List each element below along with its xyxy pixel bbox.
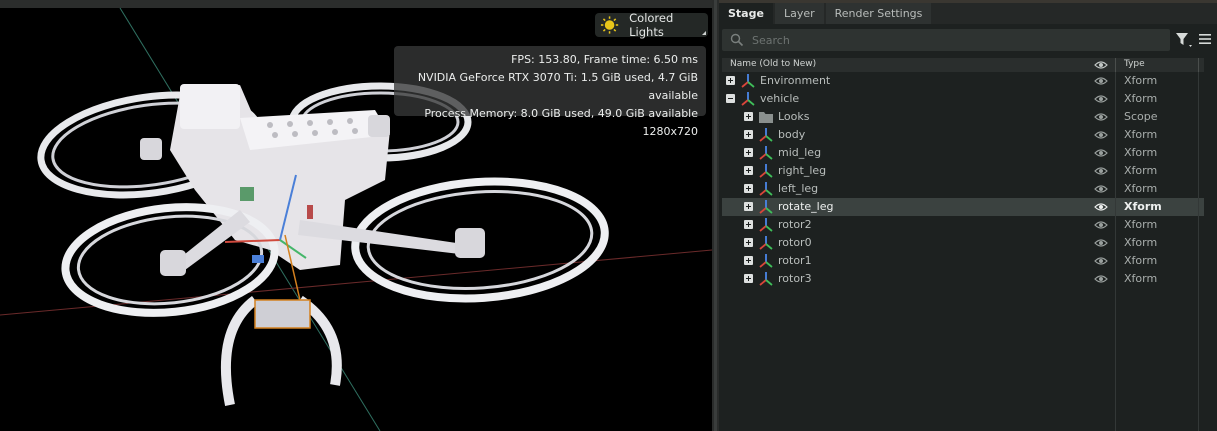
tree-row-name: rotor2 — [778, 218, 812, 231]
xform-icon — [758, 217, 774, 233]
tree-row-name: left_leg — [778, 182, 819, 195]
visibility-column-eye-icon[interactable] — [1094, 59, 1108, 71]
visibility-eye-icon[interactable] — [1094, 201, 1108, 213]
search-input[interactable] — [750, 32, 1154, 48]
tree-row-name: rotor3 — [778, 272, 812, 285]
expand-icon[interactable] — [744, 238, 753, 247]
xform-icon — [758, 145, 774, 161]
tree-row-type: Xform — [1124, 200, 1162, 213]
tree-row-type: Xform — [1124, 92, 1158, 105]
tree-row-type: Xform — [1124, 128, 1158, 141]
tree-row[interactable]: body Xform — [722, 126, 1204, 144]
stage-tab-bar: Stage Layer Render Settings — [719, 0, 1217, 24]
tree-row-name: rotate_leg — [778, 200, 834, 213]
resolution-readout: 1280x720 — [642, 125, 699, 138]
xform-icon — [758, 181, 774, 197]
tree-row-type: Xform — [1124, 218, 1158, 231]
tab-stage[interactable]: Stage — [719, 3, 773, 24]
visibility-eye-icon[interactable] — [1094, 111, 1108, 123]
stage-tree: Environment Xform vehicle Xform Looks Scope bo… — [722, 72, 1204, 288]
expand-icon[interactable] — [744, 202, 753, 211]
tree-row-type: Xform — [1124, 74, 1158, 87]
tree-scrollbar[interactable] — [1206, 58, 1217, 431]
panel-splitter[interactable] — [712, 0, 719, 431]
xform-icon — [758, 235, 774, 251]
tree-column-header: Name (Old to New) Type — [722, 58, 1204, 72]
xform-icon — [758, 163, 774, 179]
xform-icon — [758, 253, 774, 269]
tree-row-name: right_leg — [778, 164, 827, 177]
visibility-eye-icon[interactable] — [1094, 129, 1108, 141]
expand-icon[interactable] — [744, 112, 753, 121]
tree-row-name: Environment — [760, 74, 831, 87]
tree-row-type: Xform — [1124, 272, 1158, 285]
colored-lights-label: Colored Lights — [629, 11, 674, 39]
tree-row[interactable]: vehicle Xform — [722, 90, 1204, 108]
visibility-eye-icon[interactable] — [1094, 183, 1108, 195]
tree-row[interactable]: rotor3 Xform — [722, 270, 1204, 288]
tree-row-type: Xform — [1124, 164, 1158, 177]
visibility-eye-icon[interactable] — [1094, 93, 1108, 105]
search-bar[interactable] — [722, 29, 1170, 51]
tab-layer[interactable]: Layer — [774, 3, 824, 24]
expand-icon[interactable] — [744, 130, 753, 139]
tree-row-type: Xform — [1124, 254, 1158, 267]
visibility-eye-icon[interactable] — [1094, 219, 1108, 231]
tree-row-name: mid_leg — [778, 146, 822, 159]
xform-icon — [758, 199, 774, 215]
expand-icon[interactable] — [726, 76, 735, 85]
expand-icon[interactable] — [744, 166, 753, 175]
tree-row-type: Scope — [1124, 110, 1158, 123]
tree-row[interactable]: rotor0 Xform — [722, 234, 1204, 252]
visibility-eye-icon[interactable] — [1094, 255, 1108, 267]
tree-row[interactable]: mid_leg Xform — [722, 144, 1204, 162]
stage-panel: Stage Layer Render Settings Name (Old to… — [719, 0, 1217, 431]
viewport[interactable]: Colored Lights FPS: 153.80, Frame time: … — [0, 0, 712, 431]
colored-lights-button[interactable]: Colored Lights — [595, 11, 708, 39]
tree-row[interactable]: rotate_leg Xform — [722, 198, 1204, 216]
expand-icon[interactable] — [744, 256, 753, 265]
dropdown-corner-icon — [702, 31, 706, 35]
fps-readout: FPS: 153.80, Frame time: 6.50 ms — [511, 53, 698, 66]
xform-icon — [758, 127, 774, 143]
tree-row[interactable]: rotor2 Xform — [722, 216, 1204, 234]
expand-icon[interactable] — [744, 148, 753, 157]
visibility-eye-icon[interactable] — [1094, 165, 1108, 177]
collapse-icon[interactable] — [726, 94, 735, 103]
tree-row[interactable]: rotor1 Xform — [722, 252, 1204, 270]
sun-icon — [600, 16, 619, 34]
visibility-eye-icon[interactable] — [1094, 75, 1108, 87]
process-memory-readout: Process Memory: 8.0 GiB used, 49.0 GiB a… — [424, 107, 698, 120]
xform-icon — [758, 271, 774, 287]
folder-icon — [758, 109, 774, 125]
tree-row-name: Looks — [778, 110, 810, 123]
hamburger-menu-icon[interactable] — [1198, 32, 1212, 46]
xform-icon — [740, 73, 756, 89]
column-name-header[interactable]: Name (Old to New) — [730, 59, 816, 69]
search-icon — [730, 33, 744, 47]
visibility-eye-icon[interactable] — [1094, 147, 1108, 159]
filter-icon[interactable] — [1175, 31, 1193, 49]
xform-icon — [740, 91, 756, 107]
column-type-header[interactable]: Type — [1124, 59, 1145, 69]
performance-stats-overlay: FPS: 153.80, Frame time: 6.50 ms NVIDIA … — [394, 46, 706, 138]
tree-row[interactable]: Looks Scope — [722, 108, 1204, 126]
expand-icon[interactable] — [744, 220, 753, 229]
tree-row-name: vehicle — [760, 92, 800, 105]
tree-row[interactable]: right_leg Xform — [722, 162, 1204, 180]
visibility-eye-icon[interactable] — [1094, 237, 1108, 249]
tree-row[interactable]: Environment Xform — [722, 72, 1204, 90]
expand-icon[interactable] — [744, 184, 753, 193]
tree-row-type: Xform — [1124, 182, 1158, 195]
tree-row-name: body — [778, 128, 806, 141]
tab-render-settings[interactable]: Render Settings — [825, 3, 932, 24]
expand-icon[interactable] — [744, 274, 753, 283]
tree-row[interactable]: left_leg Xform — [722, 180, 1204, 198]
tree-row-type: Xform — [1124, 146, 1158, 159]
tree-row-type: Xform — [1124, 236, 1158, 249]
tree-row-name: rotor1 — [778, 254, 812, 267]
tree-row-name: rotor0 — [778, 236, 812, 249]
gpu-memory-readout: NVIDIA GeForce RTX 3070 Ti: 1.5 GiB used… — [417, 71, 698, 102]
visibility-eye-icon[interactable] — [1094, 273, 1108, 285]
